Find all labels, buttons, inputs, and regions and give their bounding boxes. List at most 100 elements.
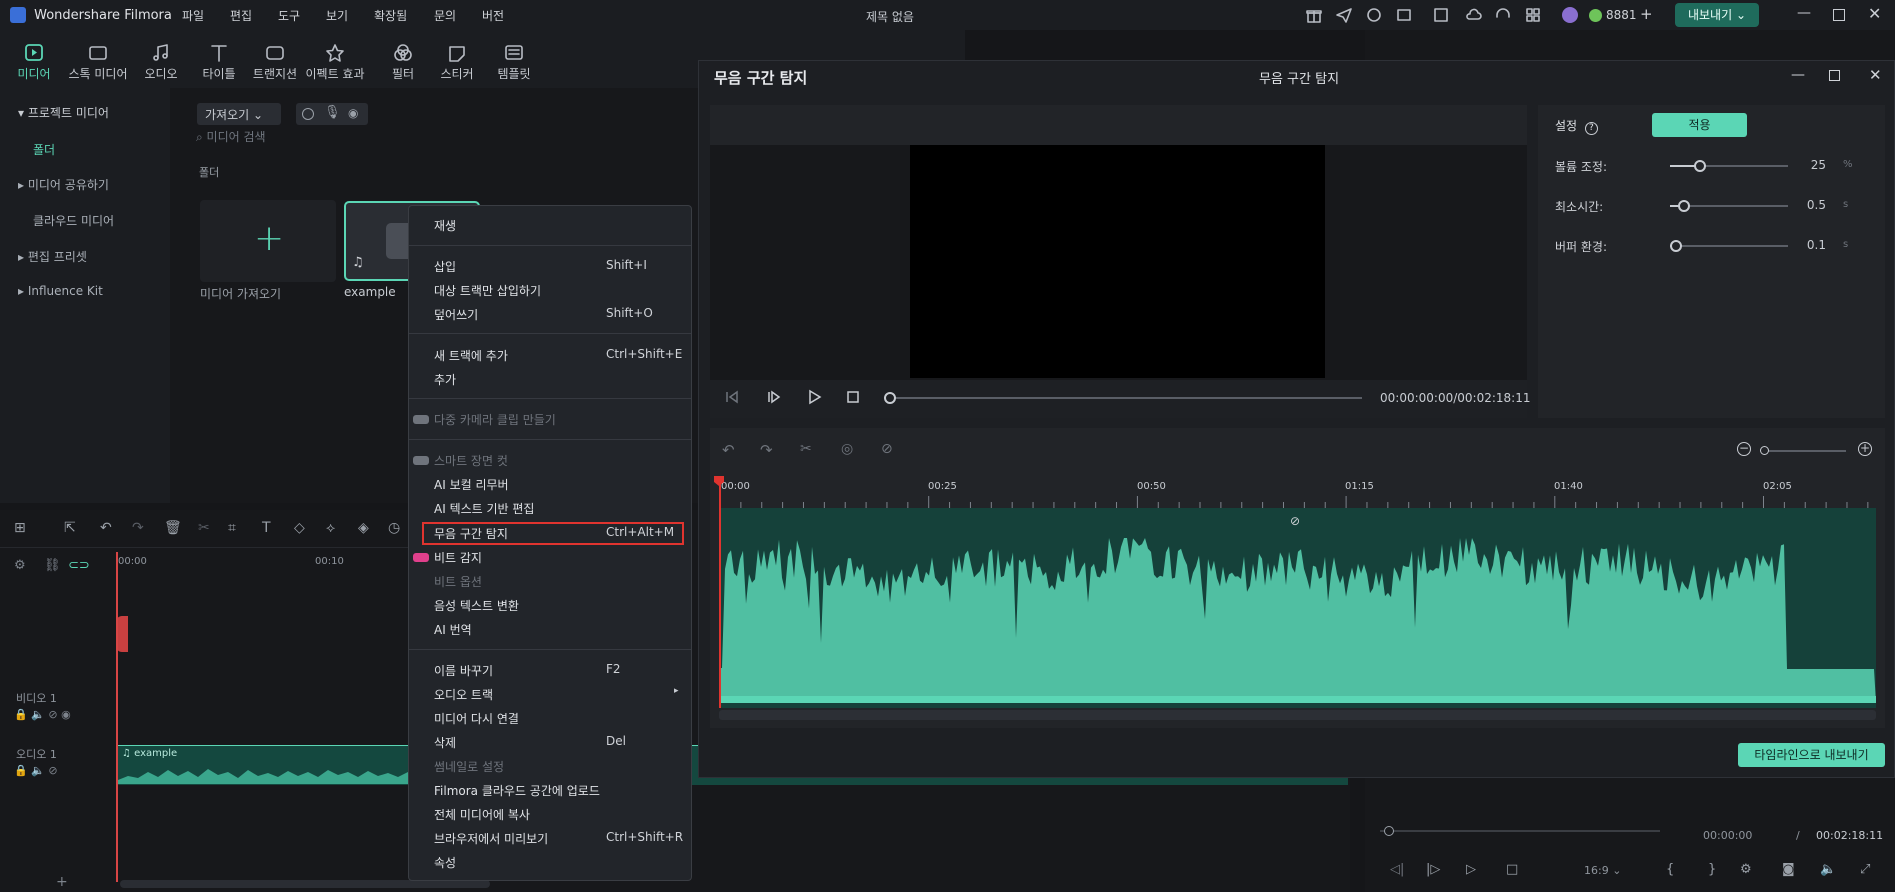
import-dropdown[interactable]: 가져오기 ⌄	[197, 103, 281, 125]
headset-icon[interactable]	[1494, 6, 1512, 24]
menu-item-relink-media[interactable]: 미디어 다시 연결	[434, 710, 519, 727]
record-icon[interactable]	[302, 108, 314, 120]
waveform-scrollbar[interactable]	[719, 710, 1876, 720]
ai-tool-icon[interactable]: ◈	[358, 520, 369, 536]
menu-item-preview-in-browser[interactable]: 브라우저에서 미리보기	[434, 830, 548, 847]
menu-item-ai-vocal-remover[interactable]: AI 보컬 리무버	[434, 476, 509, 493]
export-to-timeline-button[interactable]: 타임라인으로 내보내기	[1738, 743, 1885, 767]
tab-audio[interactable]: 오디오	[131, 43, 191, 82]
dialog-play-from-start-icon[interactable]	[766, 389, 782, 405]
dialog-close-icon[interactable]: ✕	[1869, 66, 1882, 84]
menu-help[interactable]: 문의	[434, 7, 456, 24]
mark-in-icon[interactable]: {	[1666, 862, 1674, 877]
grid-icon[interactable]	[1524, 6, 1542, 24]
snapshot-icon[interactable]: ◙	[1782, 862, 1795, 877]
sidebar-item-folder[interactable]: 폴더	[33, 141, 55, 158]
dialog-progress-knob[interactable]	[884, 392, 896, 404]
hide-icon[interactable]: ⊘	[881, 441, 893, 457]
preview-stop-icon[interactable]: □	[1506, 862, 1518, 877]
mute-icon[interactable]: ⊘	[48, 708, 57, 721]
menu-item-silence-detection[interactable]: 무음 구간 탐지	[434, 525, 508, 542]
menu-item-insert-target-track[interactable]: 대상 트랙만 삽입하기	[434, 282, 541, 299]
buffer-slider[interactable]	[1670, 245, 1788, 247]
delete-icon[interactable]: 🗑	[164, 520, 182, 536]
menu-item-properties[interactable]: 속성	[434, 854, 456, 871]
menu-item-audio-track[interactable]: 오디오 트랙	[434, 686, 493, 703]
mark-out-icon[interactable]: }	[1708, 862, 1716, 877]
avatar[interactable]	[1562, 7, 1578, 23]
redo-icon[interactable]: ↷	[132, 520, 144, 536]
shape-icon[interactable]: ◇	[294, 520, 305, 536]
menu-item-delete[interactable]: 삭제	[434, 734, 456, 751]
sidebar-item-project-media[interactable]: ▾ 프로젝트 미디어	[18, 104, 109, 121]
speed-icon[interactable]: ◷	[388, 520, 400, 536]
tab-stock-media[interactable]: 스톡 미디어	[68, 43, 128, 82]
menu-item-upload-cloud[interactable]: Filmora 클라우드 공간에 업로드	[434, 782, 600, 799]
gift-icon[interactable]	[1305, 6, 1323, 24]
minimize-icon[interactable]: —	[1797, 5, 1811, 21]
render-settings-icon[interactable]: ⚙	[1740, 862, 1752, 877]
menu-item-add-new-track[interactable]: 새 트랙에 추가	[434, 347, 508, 364]
preview-progress[interactable]	[1380, 830, 1660, 832]
audio-mute-icon[interactable]: ⊘	[48, 764, 57, 777]
ai-icon[interactable]	[1365, 6, 1383, 24]
save-icon[interactable]	[1432, 6, 1450, 24]
send-icon[interactable]	[1335, 6, 1353, 24]
close-icon[interactable]: ✕	[1868, 4, 1881, 23]
crop-icon[interactable]: ⌗	[228, 520, 236, 536]
menu-item-insert[interactable]: 삽입	[434, 258, 456, 275]
menu-item-ai-translate[interactable]: AI 번역	[434, 621, 472, 638]
menu-edit[interactable]: 편집	[230, 7, 252, 24]
volume-slider-knob[interactable]	[1694, 160, 1706, 172]
min-time-slider-knob[interactable]	[1678, 200, 1690, 212]
microphone-icon[interactable]: 🎙	[324, 105, 341, 120]
add-track-icon[interactable]: +	[56, 874, 68, 890]
zoom-out-icon[interactable]: −	[1737, 442, 1751, 456]
audio-volume-icon[interactable]: 🔈	[31, 764, 45, 777]
import-media-card[interactable]: +	[200, 200, 336, 282]
eye-icon[interactable]: ◉	[61, 708, 71, 721]
zoom-in-icon[interactable]: +	[1858, 442, 1872, 456]
menu-item-play[interactable]: 재생	[434, 217, 456, 234]
audio-output-icon[interactable]: 🔈	[1820, 862, 1836, 877]
tab-media[interactable]: 미디어	[4, 43, 64, 82]
menu-view[interactable]: 보기	[326, 7, 348, 24]
waveform-playhead[interactable]	[719, 478, 721, 708]
tab-stickers[interactable]: 스티커	[427, 43, 487, 82]
menu-item-beat-detection[interactable]: 비트 감지	[434, 549, 482, 566]
min-time-value[interactable]: 0.5	[1800, 198, 1826, 212]
preview-progress-knob[interactable]	[1384, 826, 1394, 836]
tab-transitions[interactable]: 트랜지션	[245, 43, 305, 82]
maximize-icon[interactable]	[1833, 9, 1845, 21]
magnet-icon[interactable]: ⊂⊃	[68, 558, 90, 573]
dialog-play-icon[interactable]	[806, 389, 822, 405]
cloud-icon[interactable]	[1464, 6, 1482, 24]
tab-templates[interactable]: 템플릿	[484, 43, 544, 82]
keyframe-icon[interactable]: ⟡	[326, 520, 335, 536]
tab-effects[interactable]: 이펙트 효과	[305, 43, 365, 82]
audio-lock-icon[interactable]: 🔒	[14, 764, 28, 777]
menu-item-rename[interactable]: 이름 바꾸기	[434, 662, 493, 679]
volume-value[interactable]: 25	[1800, 158, 1826, 172]
sidebar-item-cloud-media[interactable]: 클라우드 미디어	[33, 212, 114, 229]
menu-item-copy-to-all-media[interactable]: 전체 미디어에 복사	[434, 806, 530, 823]
export-button[interactable]: 내보내기 ⌄	[1675, 3, 1759, 27]
sidebar-item-edit-presets[interactable]: ▸ 편집 프리셋	[18, 248, 87, 265]
timeline-scrollbar[interactable]	[120, 880, 490, 888]
menu-extensions[interactable]: 확장됨	[374, 7, 407, 24]
play-pause-icon[interactable]: |▷	[1426, 862, 1440, 877]
cut-icon[interactable]: ✂	[198, 520, 210, 536]
buffer-value[interactable]: 0.1	[1800, 238, 1826, 252]
layout-icon[interactable]	[1395, 6, 1413, 24]
lock-icon[interactable]: 🔒	[14, 708, 28, 721]
waveform-cut-icon[interactable]: ✂	[800, 441, 812, 457]
aspect-ratio-dropdown[interactable]: 16:9 ⌄	[1584, 864, 1621, 877]
volume-icon[interactable]: 🔈	[31, 708, 45, 721]
prev-frame-icon[interactable]: ◁|	[1390, 862, 1404, 877]
menu-version[interactable]: 버전	[482, 7, 504, 24]
tab-filters[interactable]: 필터	[373, 43, 433, 82]
tab-titles[interactable]: 타이틀	[189, 43, 249, 82]
menu-item-speech-to-text[interactable]: 음성 텍스트 변환	[434, 597, 519, 614]
link-icon[interactable]: ⛓	[44, 558, 61, 573]
dialog-progress-track[interactable]	[890, 397, 1362, 399]
